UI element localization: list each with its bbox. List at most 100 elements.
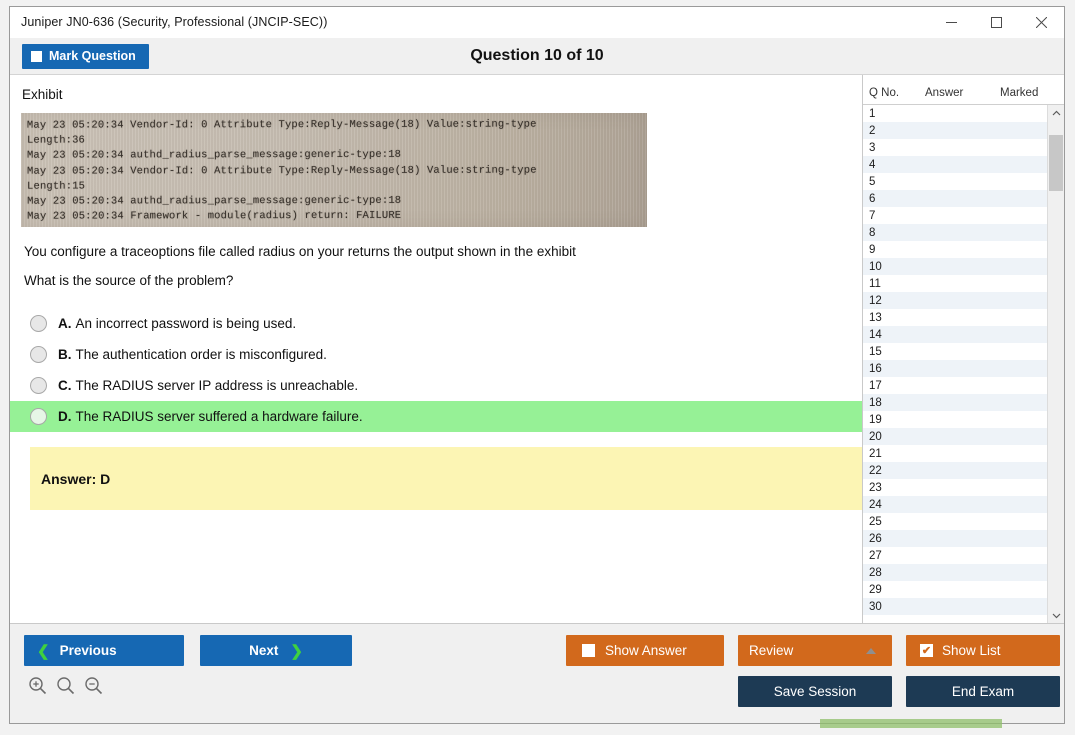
answer-options: A. An incorrect password is being used. …	[10, 308, 862, 432]
question-list-row[interactable]: 4	[863, 156, 1047, 173]
mark-question-label: Mark Question	[49, 49, 136, 63]
review-dropdown[interactable]: Review	[738, 635, 892, 666]
option-c[interactable]: C. The RADIUS server IP address is unrea…	[10, 370, 862, 401]
save-session-label: Save Session	[774, 684, 857, 699]
question-statement: You configure a traceoptions file called…	[24, 244, 862, 259]
question-number-cell: 17	[869, 380, 921, 392]
question-list-row[interactable]: 9	[863, 241, 1047, 258]
option-b-text: The authentication order is misconfigure…	[76, 347, 327, 362]
question-number-cell: 19	[869, 414, 921, 426]
question-list-row[interactable]: 8	[863, 224, 1047, 241]
option-a-letter: A.	[58, 316, 72, 331]
question-number-cell: 7	[869, 210, 921, 222]
scroll-up-icon[interactable]	[1048, 105, 1064, 121]
question-prompt: What is the source of the problem?	[24, 273, 862, 288]
option-a-text: An incorrect password is being used.	[76, 316, 297, 331]
question-list-row[interactable]: 19	[863, 411, 1047, 428]
exhibit-image: May 23 05:20:34 Vendor-Id: 0 Attribute T…	[21, 113, 647, 227]
question-number-cell: 30	[869, 601, 921, 613]
question-list-row[interactable]: 20	[863, 428, 1047, 445]
question-list-row[interactable]: 18	[863, 394, 1047, 411]
column-header-marked: Marked	[1000, 87, 1060, 99]
end-exam-label: End Exam	[952, 684, 1014, 699]
question-list-row[interactable]: 26	[863, 530, 1047, 547]
show-list-button[interactable]: ✔ Show List	[906, 635, 1060, 666]
question-number-cell: 10	[869, 261, 921, 273]
zoom-in-icon[interactable]	[28, 676, 47, 700]
maximize-icon[interactable]	[974, 7, 1019, 37]
minimize-icon[interactable]	[929, 7, 974, 37]
question-number-cell: 4	[869, 159, 921, 171]
question-list-row[interactable]: 5	[863, 173, 1047, 190]
question-list-row[interactable]: 6	[863, 190, 1047, 207]
question-number-cell: 16	[869, 363, 921, 375]
option-a[interactable]: A. An incorrect password is being used.	[10, 308, 862, 339]
question-list-row[interactable]: 14	[863, 326, 1047, 343]
desktop-sliver	[820, 719, 1002, 728]
question-list-row[interactable]: 30	[863, 598, 1047, 615]
option-d-letter: D.	[58, 409, 72, 424]
window-title: Juniper JN0-636 (Security, Professional …	[10, 15, 327, 29]
radio-icon-a[interactable]	[30, 315, 47, 332]
chevron-right-icon: ❯	[290, 642, 303, 660]
question-list-row[interactable]: 28	[863, 564, 1047, 581]
next-button[interactable]: Next ❯	[200, 635, 352, 666]
question-number-cell: 23	[869, 482, 921, 494]
radio-icon-c[interactable]	[30, 377, 47, 394]
question-list-row[interactable]: 27	[863, 547, 1047, 564]
zoom-reset-icon[interactable]	[56, 676, 75, 700]
question-list-row[interactable]: 11	[863, 275, 1047, 292]
question-content: Exhibit May 23 05:20:34 Vendor-Id: 0 Att…	[10, 75, 862, 623]
question-list-row[interactable]: 10	[863, 258, 1047, 275]
option-d[interactable]: D. The RADIUS server suffered a hardware…	[10, 401, 862, 432]
question-list-row[interactable]: 13	[863, 309, 1047, 326]
question-list-row[interactable]: 22	[863, 462, 1047, 479]
scrollbar-thumb[interactable]	[1049, 135, 1063, 191]
question-list-row[interactable]: 17	[863, 377, 1047, 394]
option-c-letter: C.	[58, 378, 72, 393]
question-number-cell: 18	[869, 397, 921, 409]
question-list-row[interactable]: 24	[863, 496, 1047, 513]
column-header-qno: Q No.	[869, 87, 925, 99]
question-list-scrollbar[interactable]	[1047, 105, 1064, 623]
scroll-down-icon[interactable]	[1048, 607, 1064, 623]
question-list-row[interactable]: 25	[863, 513, 1047, 530]
question-number-cell: 9	[869, 244, 921, 256]
question-list-row[interactable]: 1	[863, 105, 1047, 122]
close-icon[interactable]	[1019, 7, 1064, 37]
option-d-text: The RADIUS server suffered a hardware fa…	[76, 409, 363, 424]
question-list-row[interactable]: 15	[863, 343, 1047, 360]
option-b-letter: B.	[58, 347, 72, 362]
question-number-cell: 26	[869, 533, 921, 545]
question-number-cell: 21	[869, 448, 921, 460]
zoom-out-icon[interactable]	[84, 676, 103, 700]
question-list-row[interactable]: 7	[863, 207, 1047, 224]
mark-question-checkbox-icon	[31, 51, 42, 62]
question-counter: Question 10 of 10	[10, 47, 1064, 65]
mark-question-button[interactable]: Mark Question	[22, 44, 149, 69]
radio-icon-d[interactable]	[30, 408, 47, 425]
question-list-row[interactable]: 29	[863, 581, 1047, 598]
answer-box: Answer: D	[30, 447, 862, 510]
option-b[interactable]: B. The authentication order is misconfig…	[10, 339, 862, 370]
option-c-text: The RADIUS server IP address is unreacha…	[76, 378, 359, 393]
previous-button[interactable]: ❮ Previous	[24, 635, 184, 666]
exam-body: Exhibit May 23 05:20:34 Vendor-Id: 0 Att…	[10, 75, 1064, 624]
question-number-cell: 14	[869, 329, 921, 341]
question-list-row[interactable]: 16	[863, 360, 1047, 377]
save-session-button[interactable]: Save Session	[738, 676, 892, 707]
question-list-row[interactable]: 23	[863, 479, 1047, 496]
question-list-row[interactable]: 2	[863, 122, 1047, 139]
question-number-cell: 24	[869, 499, 921, 511]
question-list-row[interactable]: 12	[863, 292, 1047, 309]
next-label: Next	[249, 643, 278, 658]
question-number-cell: 2	[869, 125, 921, 137]
question-number-cell: 22	[869, 465, 921, 477]
show-answer-button[interactable]: Show Answer	[566, 635, 724, 666]
radio-icon-b[interactable]	[30, 346, 47, 363]
question-list-row[interactable]: 21	[863, 445, 1047, 462]
end-exam-button[interactable]: End Exam	[906, 676, 1060, 707]
question-list-row[interactable]: 3	[863, 139, 1047, 156]
question-number-cell: 3	[869, 142, 921, 154]
question-number-cell: 29	[869, 584, 921, 596]
